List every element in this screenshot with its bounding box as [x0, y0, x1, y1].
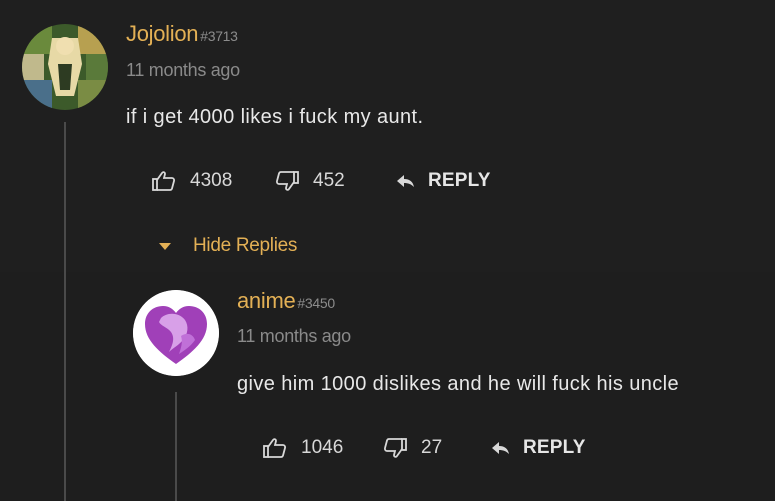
dislike-count: 452 — [313, 170, 345, 191]
like-button[interactable]: 1046 — [263, 437, 343, 459]
username-text[interactable]: anime — [237, 288, 296, 313]
thumbs-down-icon — [275, 170, 299, 192]
user-id: #3713 — [200, 28, 238, 44]
like-button[interactable]: 4308 — [152, 170, 232, 192]
dislike-count: 27 — [421, 437, 443, 458]
like-count: 1046 — [301, 437, 344, 458]
reply-button[interactable]: REPLY — [491, 437, 586, 459]
caret-down-icon — [159, 235, 171, 257]
hide-replies-toggle[interactable]: Hide Replies — [159, 235, 297, 257]
username-text[interactable]: Jojolion — [126, 21, 199, 46]
avatar-anime[interactable] — [133, 290, 219, 376]
reply-text: give him 1000 dislikes and he will fuck … — [237, 373, 680, 395]
thumbs-down-icon — [383, 437, 407, 459]
comment-timestamp: 11 months ago — [126, 60, 240, 80]
thread-line-main — [64, 122, 66, 501]
reply-button[interactable]: REPLY — [396, 170, 491, 192]
reply-timestamp: 11 months ago — [237, 326, 351, 346]
comment-text: if i get 4000 likes i fuck my aunt. — [126, 106, 424, 128]
user-id: #3450 — [297, 295, 335, 311]
thumbs-up-icon — [152, 170, 176, 192]
reply-label: REPLY — [428, 170, 491, 191]
thread-line-reply — [175, 392, 177, 501]
avatar-jojolion[interactable] — [22, 24, 108, 110]
reply-arrow-icon — [396, 173, 416, 189]
dislike-button[interactable]: 27 — [383, 437, 442, 459]
reply-label: REPLY — [523, 437, 586, 458]
thumbs-up-icon — [263, 437, 287, 459]
like-count: 4308 — [190, 170, 233, 191]
dislike-button[interactable]: 452 — [275, 170, 345, 192]
reply-arrow-icon — [491, 440, 511, 456]
comment-panel — [0, 0, 775, 272]
hide-replies-label: Hide Replies — [193, 235, 298, 256]
reply-username[interactable]: anime #3450 — [237, 288, 335, 314]
comment-username[interactable]: Jojolion #3713 — [126, 21, 238, 47]
